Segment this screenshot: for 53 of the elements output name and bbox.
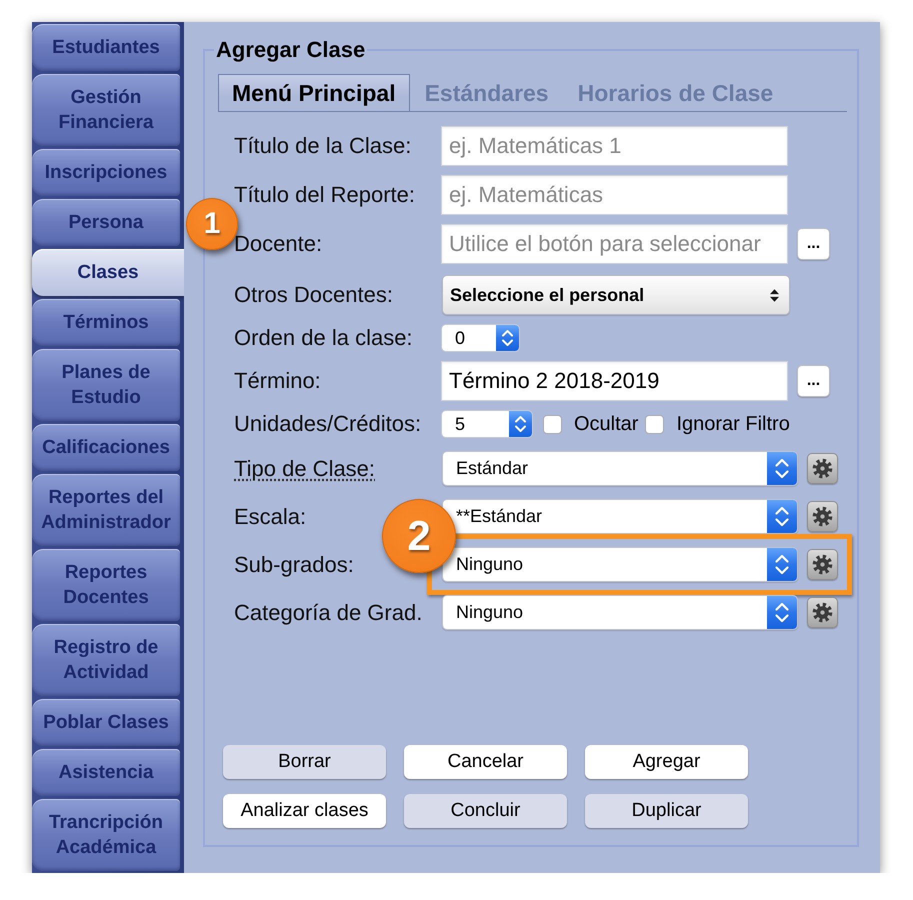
sidebar-item[interactable]: Reportes del Administrador [32, 474, 180, 546]
settings-button[interactable] [807, 501, 838, 532]
field-label: Orden de la clase: [234, 325, 413, 350]
browse-button[interactable]: ... [797, 365, 830, 397]
field-label: Escala: [234, 504, 306, 528]
field-label: Sub-grados: [234, 552, 354, 576]
field-label-link[interactable]: Tipo de Clase: [234, 456, 376, 480]
panel-title: Agregar Clase [215, 37, 366, 63]
checkbox-label: Ocultar [574, 412, 638, 436]
stepper-arrows-icon[interactable] [496, 325, 519, 351]
settings-button[interactable] [807, 597, 838, 628]
browse-button[interactable]: ... [797, 228, 830, 260]
action-button[interactable]: Analizar clases [223, 794, 386, 828]
action-button[interactable]: Cancelar [404, 745, 567, 779]
text-field[interactable]: Término 2 2018-2019 [441, 361, 788, 401]
number-stepper[interactable]: 0 [441, 324, 520, 352]
gear-icon [812, 602, 833, 623]
chevron-updown-icon[interactable] [767, 596, 797, 629]
settings-button[interactable] [807, 453, 838, 484]
sidebar-item[interactable]: Gestión Financiera [32, 74, 180, 146]
gear-icon [812, 506, 833, 527]
checkbox-label: Ignorar Filtro [676, 412, 790, 436]
chevron-updown-icon[interactable] [767, 548, 797, 581]
chevron-updown-icon[interactable] [767, 500, 797, 533]
text-field[interactable]: Utilice el botón para seleccionar [441, 224, 788, 264]
sidebar-item[interactable]: Clases [32, 249, 184, 296]
text-field[interactable]: ej. Matemáticas [441, 175, 788, 215]
select-field[interactable]: Ninguno [442, 595, 798, 630]
gear-icon [812, 554, 833, 575]
settings-button[interactable] [807, 549, 838, 580]
number-stepper[interactable]: 5 [441, 410, 533, 438]
field-label: Término: [234, 368, 321, 393]
field-label: Unidades/Créditos: [234, 411, 422, 436]
field-label: Título de la Clase: [234, 133, 412, 158]
sidebar-item[interactable]: Reportes Docentes [32, 549, 180, 621]
action-button[interactable]: Agregar [585, 745, 748, 779]
sidebar-item[interactable]: Trancripción Académica [32, 799, 180, 871]
dropdown-field[interactable]: Seleccione el personal [442, 275, 790, 315]
select-field[interactable]: Estándar [442, 451, 798, 486]
checkbox[interactable] [543, 414, 562, 434]
updown-arrows-icon [770, 288, 779, 302]
sidebar-item[interactable]: Registro de Actividad [32, 624, 180, 696]
stepper-arrows-icon[interactable] [509, 411, 532, 437]
text-field[interactable]: ej. Matemáticas 1 [441, 126, 788, 166]
chevron-updown-icon[interactable] [767, 452, 797, 485]
field-label: Categoría de Grad. [234, 600, 422, 624]
tab[interactable]: Menú Principal [218, 74, 410, 111]
select-field[interactable]: Ninguno [442, 547, 798, 582]
sidebar-item[interactable]: Planes de Estudio [32, 349, 180, 421]
field-label: Otros Docentes: [234, 282, 393, 307]
checkbox[interactable] [645, 414, 664, 434]
select-field[interactable]: **Estándar [442, 499, 798, 534]
gear-icon [812, 458, 833, 479]
